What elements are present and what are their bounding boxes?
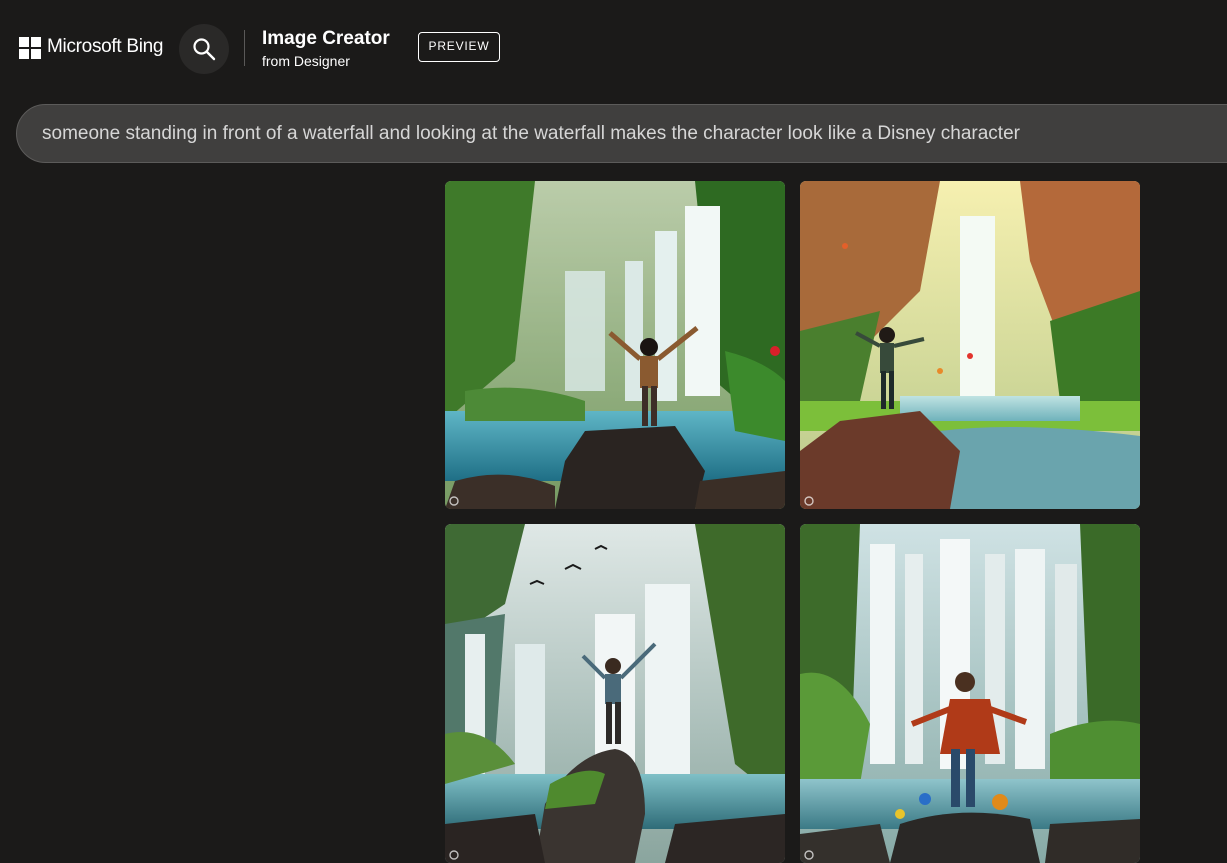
image-2-scene <box>800 181 1140 509</box>
watermark-icon <box>804 496 814 506</box>
preview-badge: PREVIEW <box>418 32 500 62</box>
generated-image-4[interactable] <box>800 524 1140 863</box>
search-button[interactable] <box>179 24 229 74</box>
generated-image-3[interactable] <box>445 524 785 863</box>
header: Microsoft Bing Image Creator from Design… <box>0 0 1227 96</box>
prompt-text[interactable]: someone standing in front of a waterfall… <box>42 123 1020 145</box>
microsoft-logo-icon[interactable] <box>19 37 41 59</box>
generated-image-2[interactable] <box>800 181 1140 509</box>
generated-image-1[interactable] <box>445 181 785 509</box>
image-4-scene <box>800 524 1140 863</box>
watermark-icon <box>449 850 459 860</box>
watermark-icon <box>804 850 814 860</box>
watermark-icon <box>449 496 459 506</box>
brand-name[interactable]: Microsoft Bing <box>47 36 163 58</box>
image-1-scene <box>445 181 785 509</box>
app-title[interactable]: Image Creator <box>262 28 390 50</box>
image-3-scene <box>445 524 785 863</box>
prompt-input[interactable]: someone standing in front of a waterfall… <box>16 104 1227 163</box>
header-divider <box>244 30 245 66</box>
app-subtitle: from Designer <box>262 53 350 69</box>
search-icon <box>193 38 216 61</box>
